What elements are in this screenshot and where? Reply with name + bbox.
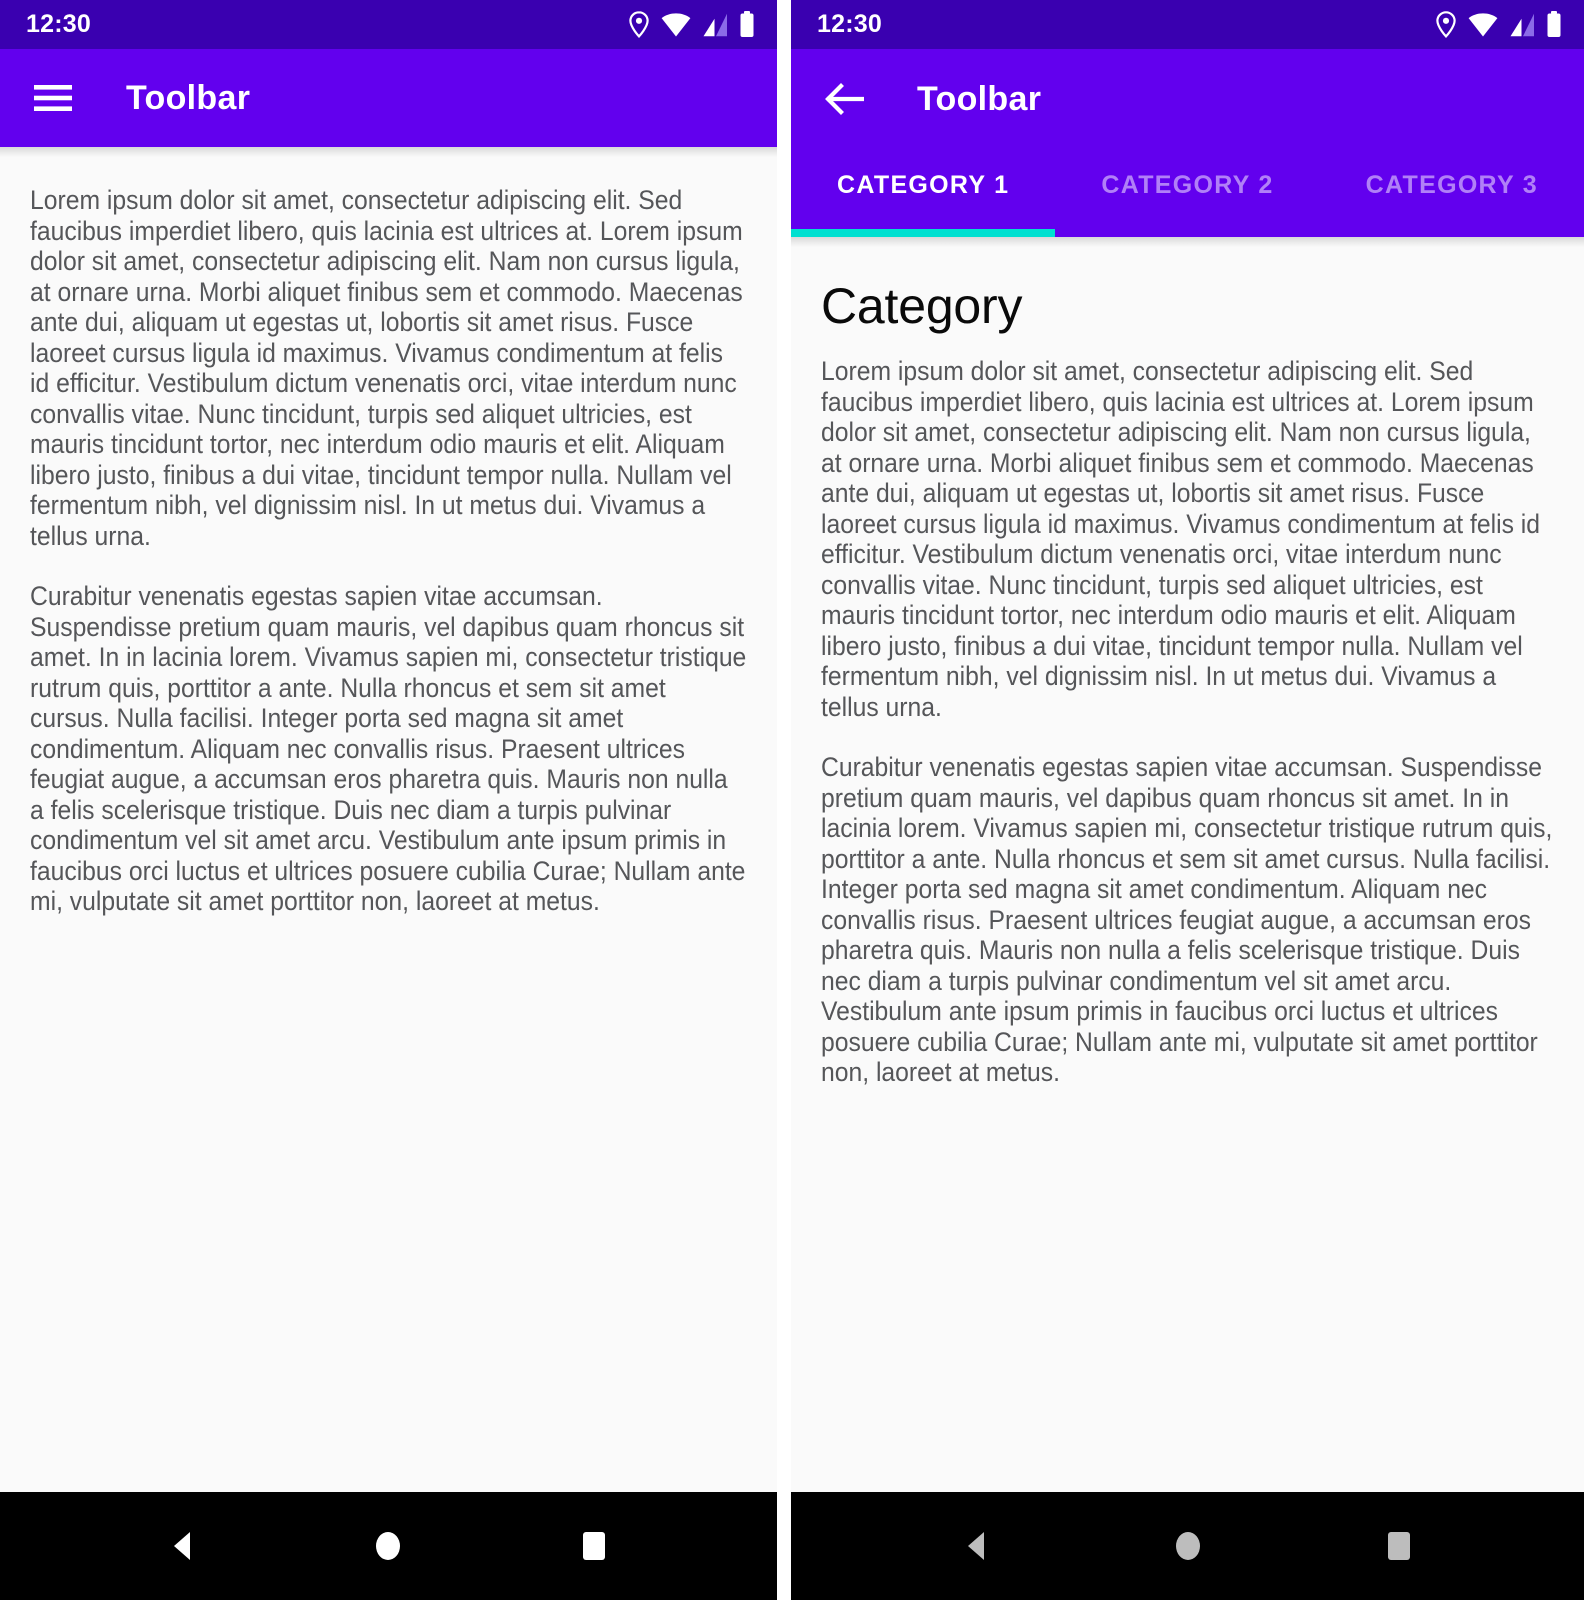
toolbar-title-right: Toolbar xyxy=(917,80,1042,118)
body-paragraph-1: Lorem ipsum dolor sit amet, consectetur … xyxy=(30,185,743,551)
system-navigation-bar-right xyxy=(791,1492,1584,1600)
tab-label: CATEGORY 2 xyxy=(1101,171,1274,199)
content-area-left: Lorem ipsum dolor sit amet, consectetur … xyxy=(0,157,777,1492)
cell-signal-icon xyxy=(1509,13,1535,37)
paragraph-block-right: Lorem ipsum dolor sit amet, consectetur … xyxy=(821,356,1556,1088)
phone-screen-left: 12:30 Toolbar Lorem ipsum dolor sit amet… xyxy=(0,0,777,1600)
wifi-icon xyxy=(661,12,691,37)
tab-category-2[interactable]: CATEGORY 2 xyxy=(1055,149,1319,237)
status-bar-icons xyxy=(628,11,755,38)
screenshot-root: 12:30 Toolbar Lorem ipsum dolor sit amet… xyxy=(0,0,1584,1600)
phone-screen-right: 12:30 Toolbar CATEGORY 1 CATEGORY 2 CATE… xyxy=(791,0,1584,1600)
cell-signal-icon xyxy=(702,13,728,37)
body-paragraph-2: Curabitur venenatis egestas sapien vitae… xyxy=(30,581,747,916)
tab-bar: CATEGORY 1 CATEGORY 2 CATEGORY 3 xyxy=(791,149,1584,237)
tab-category-3[interactable]: CATEGORY 3 xyxy=(1320,149,1584,237)
status-bar-right: 12:30 xyxy=(791,0,1584,49)
nav-back-button[interactable] xyxy=(148,1511,218,1581)
system-navigation-bar-left xyxy=(0,1492,777,1600)
tab-label: CATEGORY 1 xyxy=(837,171,1010,199)
content-area-right: Category Lorem ipsum dolor sit amet, con… xyxy=(791,247,1584,1492)
paragraph-block-left: Lorem ipsum dolor sit amet, consectetur … xyxy=(30,157,747,917)
back-arrow-icon[interactable] xyxy=(821,76,867,122)
page-title: Category xyxy=(821,278,1023,334)
battery-icon xyxy=(1546,11,1562,38)
status-bar-clock: 12:30 xyxy=(817,10,882,38)
nav-recents-button[interactable] xyxy=(1364,1511,1434,1581)
nav-recents-button[interactable] xyxy=(559,1511,629,1581)
tab-label: CATEGORY 3 xyxy=(1365,171,1538,199)
panel-divider-gap xyxy=(777,0,791,1600)
body-paragraph-2: Curabitur venenatis egestas sapien vitae… xyxy=(821,752,1553,1087)
nav-back-button[interactable] xyxy=(942,1511,1012,1581)
status-bar-clock: 12:30 xyxy=(26,10,91,38)
status-bar-icons xyxy=(1435,11,1562,38)
body-paragraph-1: Lorem ipsum dolor sit amet, consectetur … xyxy=(821,356,1541,722)
toolbar-shadow-left xyxy=(0,147,777,157)
nav-home-button[interactable] xyxy=(353,1511,423,1581)
toolbar-title-left: Toolbar xyxy=(126,79,251,117)
hamburger-menu-icon[interactable] xyxy=(30,75,76,121)
status-bar-left: 12:30 xyxy=(0,0,777,49)
toolbar-left: Toolbar xyxy=(0,49,777,147)
tab-selected-indicator xyxy=(791,229,1056,237)
location-pin-icon xyxy=(1435,11,1457,38)
location-pin-icon xyxy=(628,11,650,38)
battery-icon xyxy=(739,11,755,38)
toolbar-right: Toolbar xyxy=(791,49,1584,149)
tab-category-1[interactable]: CATEGORY 1 xyxy=(791,149,1055,237)
tab-bar-shadow xyxy=(791,237,1584,247)
wifi-icon xyxy=(1468,12,1498,37)
nav-home-button[interactable] xyxy=(1153,1511,1223,1581)
